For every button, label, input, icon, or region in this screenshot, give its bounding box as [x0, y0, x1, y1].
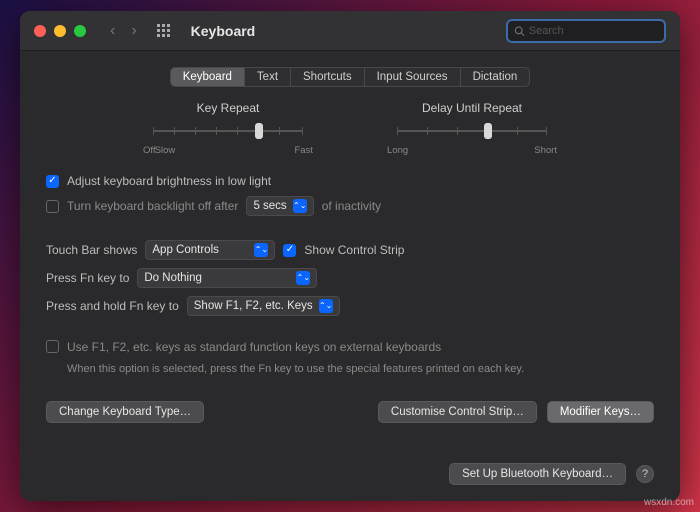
key-repeat-block: Key Repeat Off Slow Fast [128, 101, 328, 156]
customise-control-strip-button[interactable]: Customise Control Strip… [378, 401, 537, 423]
search-icon [514, 25, 525, 37]
select-hold-fn[interactable]: Show F1, F2, etc. Keys ⌃⌄ [187, 296, 340, 316]
search-field[interactable] [506, 19, 666, 43]
chevron-updown-icon: ⌃⌄ [296, 271, 310, 285]
select-fn[interactable]: Do Nothing ⌃⌄ [137, 268, 317, 288]
select-backlight-timeout[interactable]: 5 secs ⌃⌄ [246, 196, 313, 216]
label-inactivity: of inactivity [322, 199, 381, 213]
prefs-window: ‹ › Keyboard Keyboard Text Shortcuts Inp… [20, 11, 680, 501]
label-hold-fn: Press and hold Fn key to [46, 299, 179, 313]
tab-dictation[interactable]: Dictation [461, 68, 530, 86]
forward-button[interactable]: › [131, 22, 136, 40]
search-input[interactable] [529, 25, 658, 37]
tab-bar: Keyboard Text Shortcuts Input Sources Di… [46, 67, 654, 87]
row-touchbar: Touch Bar shows App Controls ⌃⌄ Show Con… [46, 240, 654, 260]
checkbox-show-control-strip[interactable] [283, 244, 296, 257]
key-repeat-slider[interactable] [153, 121, 303, 141]
checkbox-adjust-brightness[interactable] [46, 175, 59, 188]
tab-input-sources[interactable]: Input Sources [365, 68, 461, 86]
show-all-icon[interactable] [157, 24, 171, 38]
window-title: Keyboard [191, 23, 256, 39]
watermark: wsxdn.com [644, 497, 694, 508]
row-hold-fn: Press and hold Fn key to Show F1, F2, et… [46, 296, 654, 316]
label-fn-standard: Use F1, F2, etc. keys as standard functi… [67, 340, 441, 354]
setup-bluetooth-button[interactable]: Set Up Bluetooth Keyboard… [449, 463, 626, 485]
modifier-keys-button[interactable]: Modifier Keys… [547, 401, 654, 423]
change-keyboard-type-button[interactable]: Change Keyboard Type… [46, 401, 204, 423]
note-fn-standard: When this option is selected, press the … [67, 362, 587, 377]
help-button[interactable]: ? [636, 465, 654, 483]
chevron-updown-icon: ⌃⌄ [254, 243, 268, 257]
chevron-updown-icon: ⌃⌄ [293, 199, 307, 213]
delay-label: Delay Until Repeat [422, 101, 522, 115]
footer: Set Up Bluetooth Keyboard… ? [20, 463, 680, 501]
row-fn-standard: Use F1, F2, etc. keys as standard functi… [46, 340, 654, 354]
traffic-lights [34, 25, 86, 37]
row-backlight-off: Turn keyboard backlight off after 5 secs… [46, 196, 654, 216]
row-fn: Press Fn key to Do Nothing ⌃⌄ [46, 268, 654, 288]
content-area: Keyboard Text Shortcuts Input Sources Di… [20, 51, 680, 463]
key-repeat-off: Off [143, 145, 156, 156]
chevron-updown-icon: ⌃⌄ [319, 299, 333, 313]
key-repeat-slow: Slow [155, 145, 176, 156]
back-button[interactable]: ‹ [110, 22, 115, 40]
label-show-control-strip: Show Control Strip [304, 243, 404, 257]
tab-keyboard[interactable]: Keyboard [171, 68, 245, 86]
select-touchbar[interactable]: App Controls ⌃⌄ [145, 240, 275, 260]
slider-section: Key Repeat Off Slow Fast Delay Until Rep… [106, 101, 594, 156]
checkbox-backlight-off[interactable] [46, 200, 59, 213]
checkbox-fn-standard[interactable] [46, 340, 59, 353]
zoom-icon[interactable] [74, 25, 86, 37]
label-backlight-off: Turn keyboard backlight off after [67, 199, 238, 213]
tab-shortcuts[interactable]: Shortcuts [291, 68, 365, 86]
delay-long: Long [387, 145, 408, 156]
close-icon[interactable] [34, 25, 46, 37]
row-adjust-brightness: Adjust keyboard brightness in low light [46, 174, 654, 188]
key-repeat-fast: Fast [295, 145, 313, 156]
key-repeat-label: Key Repeat [197, 101, 260, 115]
label-touchbar: Touch Bar shows [46, 243, 137, 257]
label-fn: Press Fn key to [46, 271, 129, 285]
button-row: Change Keyboard Type… Customise Control … [46, 401, 654, 423]
delay-slider[interactable] [397, 121, 547, 141]
nav-arrows: ‹ › [110, 22, 137, 40]
minimize-icon[interactable] [54, 25, 66, 37]
delay-short: Short [534, 145, 557, 156]
tab-text[interactable]: Text [245, 68, 291, 86]
titlebar: ‹ › Keyboard [20, 11, 680, 51]
label-adjust-brightness: Adjust keyboard brightness in low light [67, 174, 271, 188]
delay-block: Delay Until Repeat Long Short [372, 101, 572, 156]
